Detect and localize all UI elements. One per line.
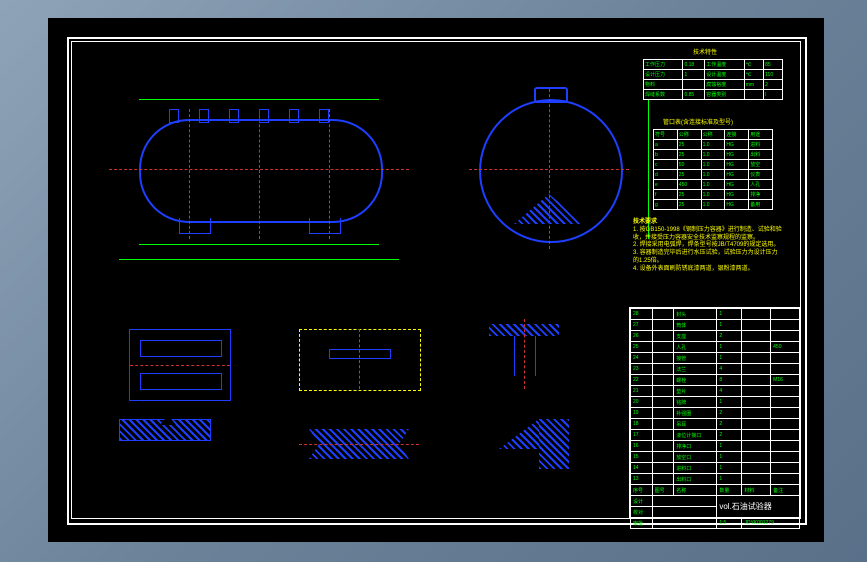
dim-overall [119,259,399,260]
weld-detail-2 [299,409,419,479]
end-centerline-v [549,89,550,249]
technical-notes: 技术要求 1. 按GB150-1998《钢制压力容器》进行制造、试验和验收，并接… [633,219,783,274]
spec-table: 技术特性 工作压力0.18工作温度℃85 设计压力1设计温度℃110 物料腐蚀裕… [643,59,783,100]
spec-table-rows: 工作压力0.18工作温度℃85 设计压力1设计温度℃110 物料腐蚀裕度mm2 … [643,59,783,100]
drawing-title: vol.石油试验器 [717,496,800,518]
drawing-number: JDYK001279 [742,518,800,529]
saddle-top [140,340,222,357]
nozzle-b [199,109,209,123]
dim-top [139,99,379,100]
detail-cl [130,365,230,366]
note-1: 1. 按GB150-1998《钢制压力容器》进行制造、试验和验收，并接受压力容器… [633,227,783,243]
note-4: 4. 设备外表面刷防锈底漆两道，银粉漆两道。 [633,266,783,274]
detail-nozzle [479,319,569,389]
manhole [534,87,568,103]
cad-viewport[interactable]: 技术特性 工作压力0.18工作温度℃85 设计压力1设计温度℃110 物料腐蚀裕… [48,18,824,542]
nozzle-f [319,109,329,123]
nozzle-d [259,109,269,123]
bracket-cl [359,329,360,389]
nozzle-e [289,109,299,123]
nozzle-table: 管口表(含连接标准及型号) 符号公称公称连接用途 a251.0HG进料 b251… [653,129,773,210]
nozzle-c [229,109,239,123]
note-3: 3. 容器制造完毕后进行水压试验，试验压力为设计压力的1.25倍。 [633,250,783,266]
nozzle-pipe [514,336,536,376]
dim-diameter [648,99,649,239]
saddle-right [309,218,341,234]
bracket-outline [299,329,421,391]
detail-saddle-plan [129,329,231,401]
tank-side-view [109,89,409,229]
parts-list-table: 28封头1 27筒体1 26支座2 25人孔1450 24接管1 23法兰4 2… [630,308,800,529]
spec-header: 技术特性 [693,47,717,56]
dim-length [139,244,379,245]
nozzle-cl [524,319,525,389]
saddle-bottom [140,373,222,390]
saddle-left [179,218,211,234]
weld-fillet [499,419,539,449]
notes-title: 技术要求 [633,219,783,227]
bracket-plate [329,349,391,359]
weld-detail-1 [119,419,211,441]
tank-end-view [469,79,629,239]
tank-body [139,119,383,223]
weld-groove [160,415,176,425]
weld-detail-3 [489,409,569,479]
detail-bracket [299,329,419,389]
title-block: 28封头1 27筒体1 26支座2 25人孔1450 24接管1 23法兰4 2… [629,307,801,519]
weld-block [539,419,569,469]
centerline-vertical [259,109,260,239]
weld-cl [299,444,419,445]
nozzle-table-rows: 符号公称公称连接用途 a251.0HG进料 b251.0HG出料 c501.0H… [653,129,773,210]
nozzle-header: 管口表(含连接标准及型号) [663,117,733,126]
nozzle-a [169,109,179,123]
